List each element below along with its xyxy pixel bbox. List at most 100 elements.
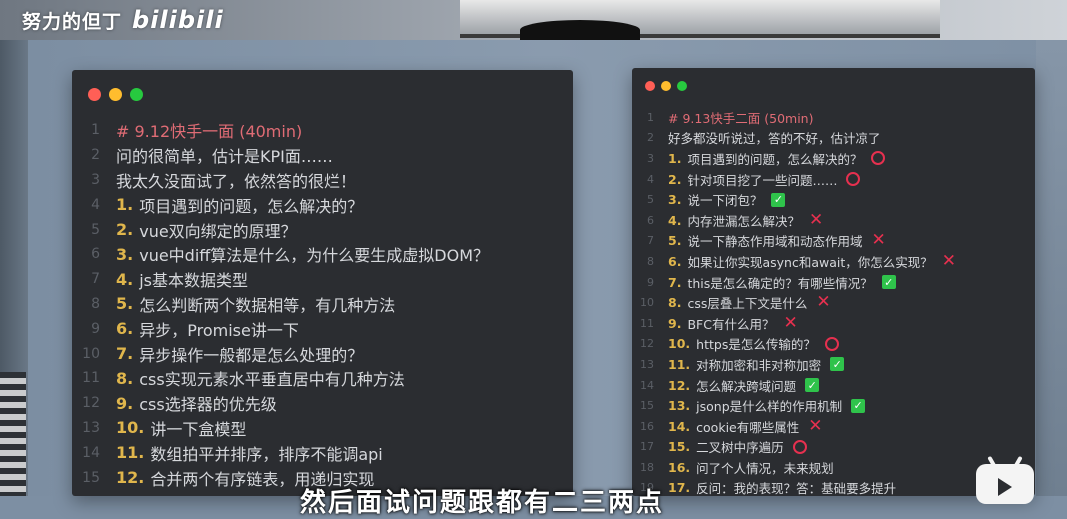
code-line: 18 16. 问了个人情况，未来规划 <box>632 457 1035 478</box>
code-lines: 1 # 9.12快手一面 (40min) 2 问的很简单，估计是KPI面…… 3 我太久没… <box>72 118 573 490</box>
line-number: 4 <box>647 172 654 186</box>
code-line: 4 2. 针对项目挖了一些问题…… <box>632 169 1035 190</box>
circle-mark-icon <box>824 336 839 351</box>
circle-mark-icon <box>792 439 807 454</box>
line-text: css实现元素水平垂直居中有几种方法 <box>139 370 405 390</box>
code-line: 9 6. 异步，Promise讲一下 <box>72 316 573 341</box>
minimize-dot-icon <box>661 81 671 91</box>
item-number: 8. <box>668 295 682 311</box>
line-text: css层叠上下文是什么 <box>687 296 808 312</box>
line-text: js基本数据类型 <box>139 271 249 291</box>
line-number: 10 <box>640 296 654 310</box>
code-line: 3 我太久没面试了，依然答的很烂！ <box>72 168 573 193</box>
code-panel-second-interview: 1 # 9.13快手二面 (50min) 2 好多都没听说过，答的不好，估计凉了 3 1.… <box>632 68 1035 496</box>
code-line: 10 8. css层叠上下文是什么 ✕ <box>632 292 1035 313</box>
line-number: 14 <box>82 444 100 461</box>
check-mark-icon: ✓ <box>881 275 896 290</box>
line-number: 11 <box>82 370 100 387</box>
line-text: 项目遇到的问题，怎么解决的？ <box>139 196 364 216</box>
line-number: 8 <box>91 295 100 312</box>
item-number: 13. <box>668 398 691 414</box>
line-number: 18 <box>640 460 654 474</box>
code-line: 7 4. js基本数据类型 <box>72 267 573 292</box>
code-line: 4 1. 项目遇到的问题，怎么解决的？ <box>72 192 573 217</box>
item-number: 15. <box>668 439 691 455</box>
line-text: https是怎么传输的？ <box>696 337 816 353</box>
item-number: 12. <box>668 377 691 393</box>
line-number: 15 <box>82 469 100 486</box>
line-text: 说一下闭包？ <box>687 193 763 209</box>
background-person-head <box>520 20 640 40</box>
code-line: 11 9. BFC有什么用？ ✕ <box>632 313 1035 334</box>
item-number: 9. <box>116 393 134 413</box>
item-number: 5. <box>116 294 134 314</box>
check-mark-icon: ✓ <box>830 357 845 372</box>
watermark-author: 努力的但丁 <box>22 10 123 33</box>
item-number: 6. <box>668 253 682 269</box>
video-subtitle: 然后面试问题跟都有二三两点 <box>300 488 665 518</box>
item-number: 11. <box>116 443 145 463</box>
maximize-dot-icon <box>130 88 143 101</box>
line-number: 13 <box>82 419 100 436</box>
item-number: 16. <box>668 459 691 475</box>
item-number: 3. <box>116 244 134 264</box>
line-text: 怎么解决跨域问题 <box>696 378 797 394</box>
background-right-edge <box>1036 40 1067 496</box>
video-watermark: 努力的但丁 bilibili <box>22 6 224 34</box>
item-number: 2. <box>116 220 134 240</box>
code-line: 6 3. vue中diff算法是什么，为什么要生成虚拟DOM？ <box>72 242 573 267</box>
line-text: 问的很简单，估计是KPI面…… <box>116 147 333 167</box>
code-line: 10 7. 异步操作一般都是怎么处理的？ <box>72 341 573 366</box>
line-text: BFC有什么用？ <box>687 316 775 332</box>
item-number: 10. <box>668 336 691 352</box>
code-line: 1 # 9.13快手二面 (50min) <box>632 107 1035 128</box>
line-number: 16 <box>640 419 654 433</box>
item-number: 4. <box>668 212 682 228</box>
code-line: 19 17. 反问：我的表现？答：基础要多提升 <box>632 478 1035 496</box>
line-text: 异步，Promise讲一下 <box>139 320 299 340</box>
line-number: 8 <box>647 254 654 268</box>
line-number: 5 <box>91 221 100 238</box>
line-text: cookie有哪些属性 <box>696 419 800 435</box>
panel-heading: # 9.13快手二面 (50min) <box>668 110 814 126</box>
maximize-dot-icon <box>677 81 687 91</box>
code-line: 17 15. 二叉树中序遍历 <box>632 437 1035 458</box>
code-line: 16 14. cookie有哪些属性 ✕ <box>632 416 1035 437</box>
line-number: 1 <box>647 110 654 124</box>
code-line: 6 4. 内存泄漏怎么解决？ ✕ <box>632 210 1035 231</box>
check-mark-icon: ✓ <box>771 192 786 207</box>
code-line: 12 9. css选择器的优先级 <box>72 391 573 416</box>
circle-mark-icon <box>846 172 861 187</box>
code-line: 13 11. 对称加密和非对称加密 ✓ <box>632 354 1035 375</box>
code-line: 15 13. jsonp是什么样的作用机制 ✓ <box>632 395 1035 416</box>
code-line: 9 7. this是怎么确定的？有哪些情况？ ✓ <box>632 272 1035 293</box>
item-number: 1. <box>116 195 134 215</box>
line-number: 2 <box>647 131 654 145</box>
line-text: vue双向绑定的原理？ <box>139 221 297 241</box>
code-line: 5 3. 说一下闭包？ ✓ <box>632 189 1035 210</box>
code-line: 13 10. 讲一下盒模型 <box>72 416 573 441</box>
code-line: 7 5. 说一下静态作用域和动态作用域 ✕ <box>632 231 1035 252</box>
line-text: 我太久没面试了，依然答的很烂！ <box>116 171 357 191</box>
code-line: 14 11. 数组拍平并排序，排序不能调api <box>72 440 573 465</box>
window-controls <box>88 88 143 101</box>
line-text: 二叉树中序遍历 <box>696 440 784 456</box>
bilibili-logo: bilibili <box>132 6 224 34</box>
item-number: 7. <box>116 344 134 364</box>
background-window-blinds <box>0 372 26 496</box>
line-number: 5 <box>647 193 654 207</box>
bilibili-tv-icon[interactable] <box>976 455 1034 504</box>
item-number: 8. <box>116 368 134 388</box>
line-text: 项目遇到的问题，怎么解决的？ <box>687 151 863 167</box>
play-icon <box>998 478 1012 496</box>
code-line: 8 6. 如果让你实现async和await，你怎么实现？ ✕ <box>632 251 1035 272</box>
item-number: 6. <box>116 319 134 339</box>
line-number: 2 <box>91 147 100 164</box>
code-line: 3 1. 项目遇到的问题，怎么解决的？ <box>632 148 1035 169</box>
line-text: 对称加密和非对称加密 <box>696 357 822 373</box>
item-number: 11. <box>668 356 691 372</box>
line-number: 7 <box>647 234 654 248</box>
item-number: 2. <box>668 171 682 187</box>
circle-mark-icon <box>871 151 886 166</box>
line-text: 数组拍平并排序，排序不能调api <box>150 444 383 464</box>
